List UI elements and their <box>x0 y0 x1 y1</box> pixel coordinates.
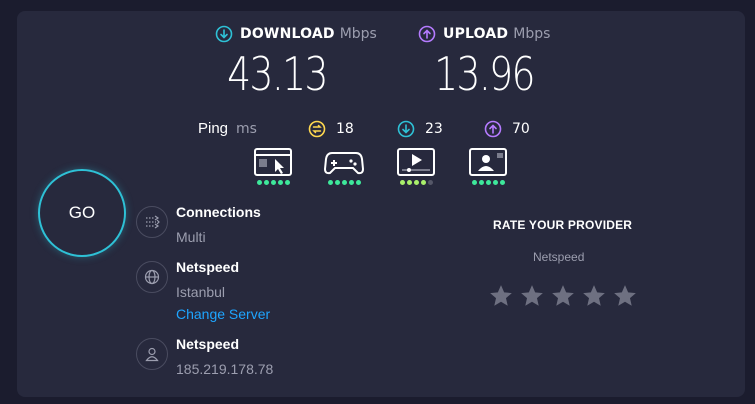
speedtest-panel: DOWNLOAD Mbps 43.13 UPLOAD Mbps 13.96 Pi… <box>17 11 745 397</box>
rating-dot <box>420 180 426 185</box>
idle-latency-icon <box>308 120 326 138</box>
rating-dots <box>466 180 510 185</box>
rating-dot <box>499 180 505 185</box>
rate-provider-name: Netspeed <box>533 250 585 264</box>
ping-label: Ping <box>198 120 229 137</box>
rating-dots <box>322 180 366 185</box>
rating-dot <box>471 180 477 185</box>
connections-value[interactable]: Multi <box>176 229 206 245</box>
upload-value: 13.96 <box>434 47 535 101</box>
rating-dot <box>334 180 340 185</box>
rating-dot <box>406 180 412 185</box>
connections-icon <box>136 206 168 238</box>
rating-dot <box>485 180 491 185</box>
upload-latency-icon <box>484 120 502 138</box>
ping-download: 23 <box>397 120 443 138</box>
rate-provider-title: RATE YOUR PROVIDER <box>493 218 633 232</box>
rating-dots <box>394 180 438 185</box>
star-icon[interactable] <box>488 283 514 309</box>
ping-upload-value: 70 <box>512 121 530 137</box>
web-browsing-icon <box>254 148 292 176</box>
star-icon[interactable] <box>519 283 545 309</box>
upload-arrow-icon <box>418 25 436 43</box>
rating-dot <box>277 180 283 185</box>
upload-unit: Mbps <box>513 26 551 42</box>
video-chat-icon <box>469 148 507 176</box>
download-latency-icon <box>397 120 415 138</box>
star-icon[interactable] <box>612 283 638 309</box>
ping-download-value: 23 <box>425 121 443 137</box>
capability-video-chat <box>466 147 510 185</box>
ping-unit: ms <box>236 120 257 137</box>
rating-dot <box>284 180 290 185</box>
rating-dot <box>492 180 498 185</box>
star-icon[interactable] <box>550 283 576 309</box>
upload-header: UPLOAD Mbps <box>418 25 550 43</box>
rating-dot <box>478 180 484 185</box>
download-arrow-icon <box>215 25 233 43</box>
star-rating[interactable] <box>488 283 638 309</box>
ping-upload: 70 <box>484 120 530 138</box>
rating-dot <box>355 180 361 185</box>
upload-block: UPLOAD Mbps 13.96 <box>418 25 550 101</box>
download-header: DOWNLOAD Mbps <box>215 25 377 43</box>
download-block: DOWNLOAD Mbps 43.13 <box>215 25 377 101</box>
rating-dot <box>348 180 354 185</box>
capability-video-streaming <box>394 147 438 185</box>
video-streaming-icon <box>397 148 435 176</box>
ping-label-group: Ping ms <box>198 120 257 137</box>
server-location: Istanbul <box>176 284 226 300</box>
capability-gaming <box>322 147 366 185</box>
rating-dot <box>341 180 347 185</box>
globe-icon <box>136 261 168 293</box>
go-button[interactable]: GO <box>38 169 126 257</box>
ping-idle-value: 18 <box>336 121 354 137</box>
gaming-icon <box>324 152 364 175</box>
download-value: 43.13 <box>227 47 328 101</box>
star-icon[interactable] <box>581 283 607 309</box>
download-unit: Mbps <box>339 26 377 42</box>
rating-dots <box>251 180 295 185</box>
provider-ip: 185.219.178.78 <box>176 361 274 377</box>
provider-name: Netspeed <box>176 336 240 352</box>
rating-dot <box>263 180 269 185</box>
download-label: DOWNLOAD <box>240 26 335 42</box>
rating-dot <box>413 180 419 185</box>
rating-dot <box>399 180 405 185</box>
upload-label: UPLOAD <box>443 26 509 42</box>
ping-idle: 18 <box>308 120 354 138</box>
rating-dot <box>327 180 333 185</box>
connections-title: Connections <box>176 204 261 220</box>
rating-dot <box>270 180 276 185</box>
rating-dot <box>427 180 433 185</box>
capability-web-browsing <box>251 147 295 185</box>
server-name: Netspeed <box>176 259 240 275</box>
change-server-link[interactable]: Change Server <box>176 306 270 322</box>
rating-dot <box>256 180 262 185</box>
user-icon <box>136 338 168 370</box>
